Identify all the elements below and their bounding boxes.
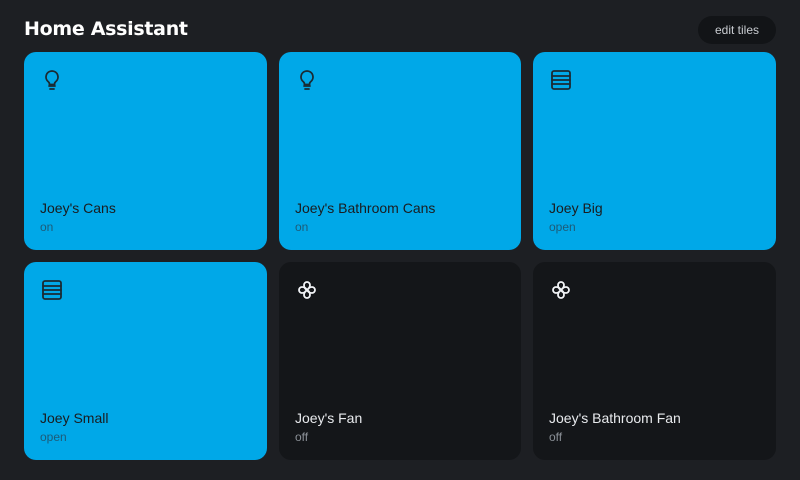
tile-state: on xyxy=(295,220,309,234)
tile-state: open xyxy=(40,430,67,444)
tile-name: Joey Big xyxy=(549,200,603,216)
tile-state: open xyxy=(549,220,576,234)
tile-name: Joey's Bathroom Fan xyxy=(549,410,681,426)
tile-joeys-fan[interactable]: Joey's Fan off xyxy=(279,262,521,460)
blinds-icon xyxy=(549,68,573,92)
tile-name: Joey's Cans xyxy=(40,200,116,216)
tile-joeys-cans[interactable]: Joey's Cans on xyxy=(24,52,267,250)
bulb-icon xyxy=(40,68,64,92)
tile-name: Joey Small xyxy=(40,410,109,426)
tile-state: on xyxy=(40,220,54,234)
header: Home Assistant edit tiles xyxy=(24,14,776,46)
tile-grid: Joey's Cans on Joey's Bathroom Cans on J… xyxy=(24,52,776,460)
tile-joeys-bathroom-cans[interactable]: Joey's Bathroom Cans on xyxy=(279,52,521,250)
tile-state: off xyxy=(549,430,563,444)
tile-name: Joey's Bathroom Cans xyxy=(295,200,436,216)
tile-name: Joey's Fan xyxy=(295,410,363,426)
tile-joey-small[interactable]: Joey Small open xyxy=(24,262,267,460)
edit-tiles-button[interactable]: edit tiles xyxy=(698,16,776,44)
fan-icon xyxy=(549,278,573,302)
tile-joeys-bathroom-fan[interactable]: Joey's Bathroom Fan off xyxy=(533,262,776,460)
page-title: Home Assistant xyxy=(24,18,188,40)
blinds-icon xyxy=(40,278,64,302)
tile-state: off xyxy=(295,430,309,444)
bulb-icon xyxy=(295,68,319,92)
fan-icon xyxy=(295,278,319,302)
tile-joey-big[interactable]: Joey Big open xyxy=(533,52,776,250)
